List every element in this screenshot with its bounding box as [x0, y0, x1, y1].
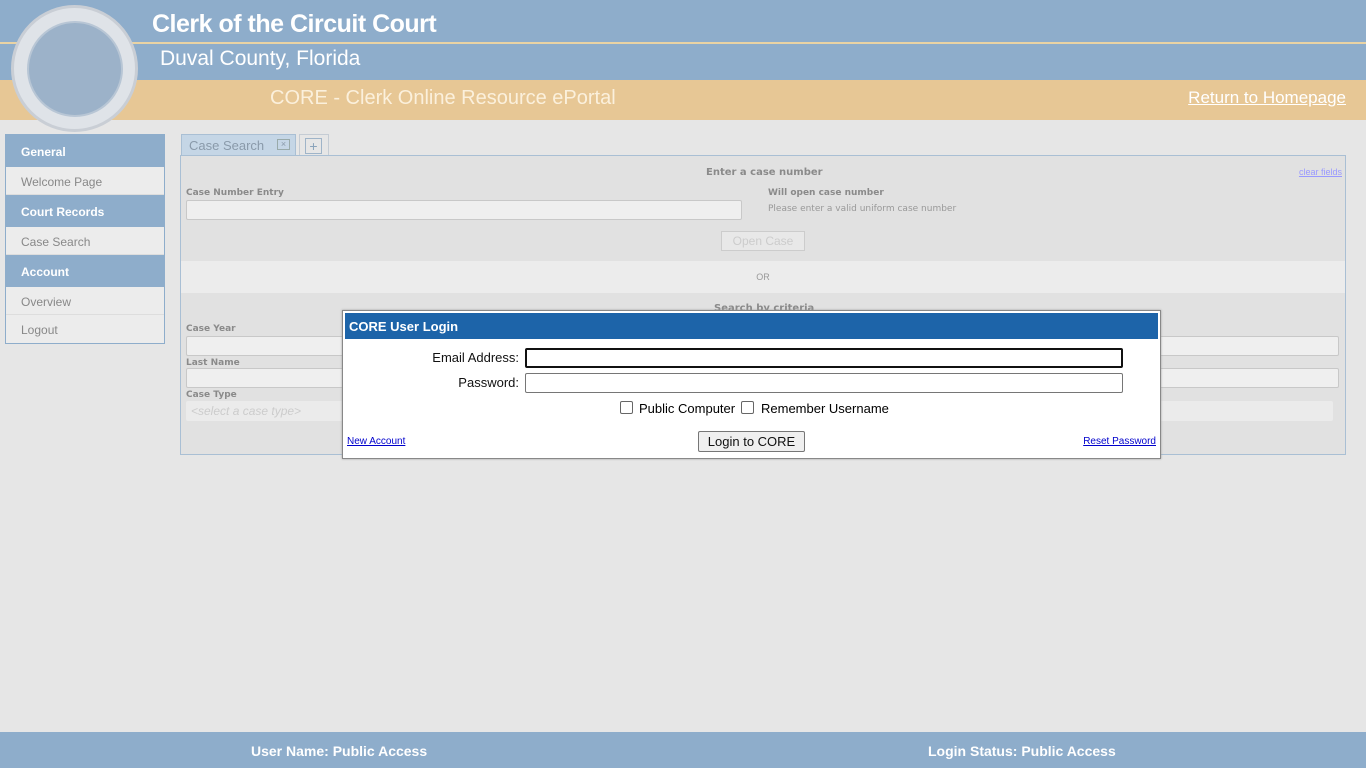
footer: User Name: Public Access Login Status: P… — [0, 732, 1366, 768]
case-number-label: Case Number Entry — [186, 188, 284, 198]
county-seal-logo — [11, 5, 138, 132]
login-dialog-title: CORE User Login — [345, 313, 1158, 339]
public-computer-label: Public Computer — [639, 401, 736, 416]
sidebar-item-overview[interactable]: Overview — [6, 287, 164, 315]
close-icon[interactable]: × — [277, 139, 290, 150]
login-button[interactable]: Login to CORE — [698, 431, 805, 452]
portal-bar — [0, 80, 1366, 120]
site-title: Clerk of the Circuit Court — [152, 10, 437, 38]
tab-label: Case Search — [189, 138, 265, 153]
header-divider — [0, 42, 1366, 44]
or-divider: OR — [181, 261, 1345, 293]
reset-password-link[interactable]: Reset Password — [1083, 436, 1156, 447]
remember-username-label: Remember Username — [761, 401, 889, 416]
new-account-link[interactable]: New Account — [347, 436, 405, 447]
case-number-input[interactable] — [186, 200, 742, 220]
sidebar-item-logout[interactable]: Logout — [6, 315, 164, 343]
sidebar-item-welcome[interactable]: Welcome Page — [6, 167, 164, 195]
sidebar-section-general: General — [6, 135, 164, 167]
will-open-label: Will open case number — [768, 188, 884, 198]
password-label: Password: — [458, 375, 519, 390]
open-case-button[interactable]: Open Case — [721, 231, 805, 251]
plus-icon: + — [305, 138, 322, 154]
sidebar: General Welcome Page Court Records Case … — [5, 134, 165, 344]
sidebar-section-account: Account — [6, 255, 164, 287]
remember-username-checkbox[interactable] — [741, 401, 754, 414]
portal-title: CORE - Clerk Online Resource ePortal — [270, 87, 616, 109]
public-computer-checkbox[interactable] — [620, 401, 633, 414]
add-tab-button[interactable]: + — [299, 134, 329, 156]
return-homepage-link[interactable]: Return to Homepage — [1188, 88, 1346, 108]
case-number-hint: Please enter a valid uniform case number — [768, 204, 957, 214]
case-number-heading: Enter a case number — [706, 167, 823, 178]
tab-case-search[interactable]: Case Search × — [181, 134, 296, 156]
email-input[interactable] — [525, 348, 1123, 368]
footer-user-name: User Name: Public Access — [251, 743, 428, 759]
footer-login-status: Login Status: Public Access — [928, 743, 1116, 759]
case-type-label: Case Type — [186, 390, 237, 400]
login-dialog: CORE User Login Email Address: Password:… — [342, 310, 1161, 459]
last-name-label: Last Name — [186, 358, 240, 368]
sidebar-section-court-records: Court Records — [6, 195, 164, 227]
password-input[interactable] — [525, 373, 1123, 393]
case-year-label: Case Year — [186, 324, 236, 334]
clear-fields-link[interactable]: clear fields — [1299, 167, 1342, 177]
sidebar-item-case-search[interactable]: Case Search — [6, 227, 164, 255]
email-label: Email Address: — [432, 350, 519, 365]
site-subtitle: Duval County, Florida — [160, 47, 361, 70]
